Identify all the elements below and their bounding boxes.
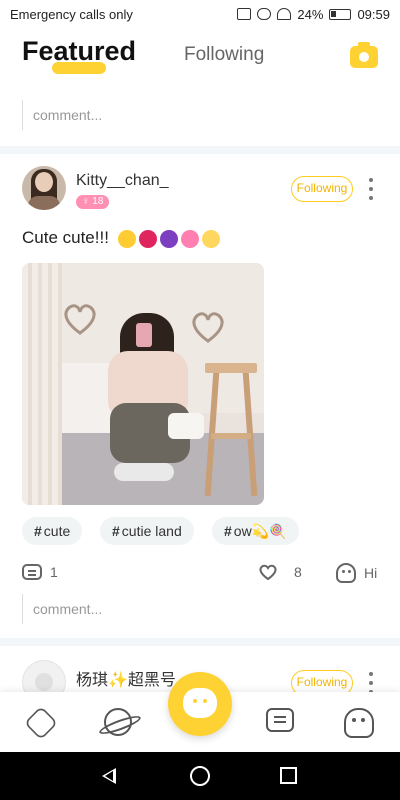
messages-icon[interactable] xyxy=(266,708,294,732)
carrier-text: Emergency calls only xyxy=(10,6,133,22)
clock: 09:59 xyxy=(357,6,390,22)
comment-input[interactable]: comment... xyxy=(22,100,382,130)
more-options-icon[interactable] xyxy=(366,672,376,694)
mute-icon xyxy=(257,8,272,20)
status-bar: Emergency calls only 24% 09:59 xyxy=(0,0,400,28)
create-post-button[interactable] xyxy=(168,672,232,736)
home-icon[interactable] xyxy=(24,706,58,740)
system-navigation-bar xyxy=(0,752,400,800)
comment-count: 1 xyxy=(50,564,58,580)
heart-doodle-icon xyxy=(64,304,96,335)
heart-eyes-emoji-icon xyxy=(117,229,136,248)
gender-age-badge: ♀ 18 xyxy=(76,195,110,209)
heart-doodle-icon xyxy=(192,312,224,343)
like-count: 8 xyxy=(294,564,302,580)
comment-icon xyxy=(22,564,42,580)
like-action[interactable]: 8 xyxy=(258,563,302,581)
hashtag-chip[interactable]: # cute xyxy=(22,517,83,545)
profile-icon[interactable] xyxy=(344,708,374,738)
emoji-group xyxy=(117,229,220,248)
divider xyxy=(0,638,400,646)
comment-input[interactable]: comment... xyxy=(22,594,382,624)
say-hi-action[interactable]: Hi xyxy=(336,563,377,583)
more-options-icon[interactable] xyxy=(366,178,376,200)
dizzy-emoji-icon xyxy=(201,229,220,248)
recent-apps-icon[interactable] xyxy=(280,767,297,784)
lollipop-emoji-icon xyxy=(180,229,199,248)
nfc-icon xyxy=(237,8,252,20)
divider xyxy=(0,146,400,154)
hi-label: Hi xyxy=(364,565,378,581)
post-photo[interactable] xyxy=(22,263,264,505)
wifi-icon xyxy=(277,8,292,20)
back-icon[interactable] xyxy=(102,768,116,784)
purple-heart-emoji-icon xyxy=(159,229,178,248)
heart-icon xyxy=(259,564,277,581)
tab-following[interactable]: Following xyxy=(184,44,264,66)
comment-action[interactable]: 1 xyxy=(22,564,58,580)
planet-icon[interactable] xyxy=(104,708,132,736)
post-body: Cute cute!!! xyxy=(22,228,220,248)
post-username[interactable]: 杨琪✨超黑号 xyxy=(76,666,176,690)
hashtag-chip[interactable]: # cutie land xyxy=(100,517,194,545)
follow-button[interactable]: Following xyxy=(291,176,353,202)
avatar[interactable] xyxy=(22,166,66,210)
battery-text: 24% xyxy=(297,6,324,22)
hashtag-chip[interactable]: # ow💫🍭 xyxy=(212,517,299,545)
post-username[interactable]: Kitty__chan_ xyxy=(76,172,169,190)
post-text: Cute cute!!! xyxy=(22,228,109,247)
two-hearts-emoji-icon xyxy=(138,229,157,248)
battery-icon xyxy=(329,8,352,20)
camera-icon[interactable] xyxy=(350,42,378,68)
tab-featured[interactable]: Featured xyxy=(22,36,136,67)
top-tabs: Featured Following xyxy=(0,28,400,84)
bottom-navigation xyxy=(0,672,400,752)
ghost-icon xyxy=(336,563,356,583)
home-circle-icon[interactable] xyxy=(190,766,210,786)
